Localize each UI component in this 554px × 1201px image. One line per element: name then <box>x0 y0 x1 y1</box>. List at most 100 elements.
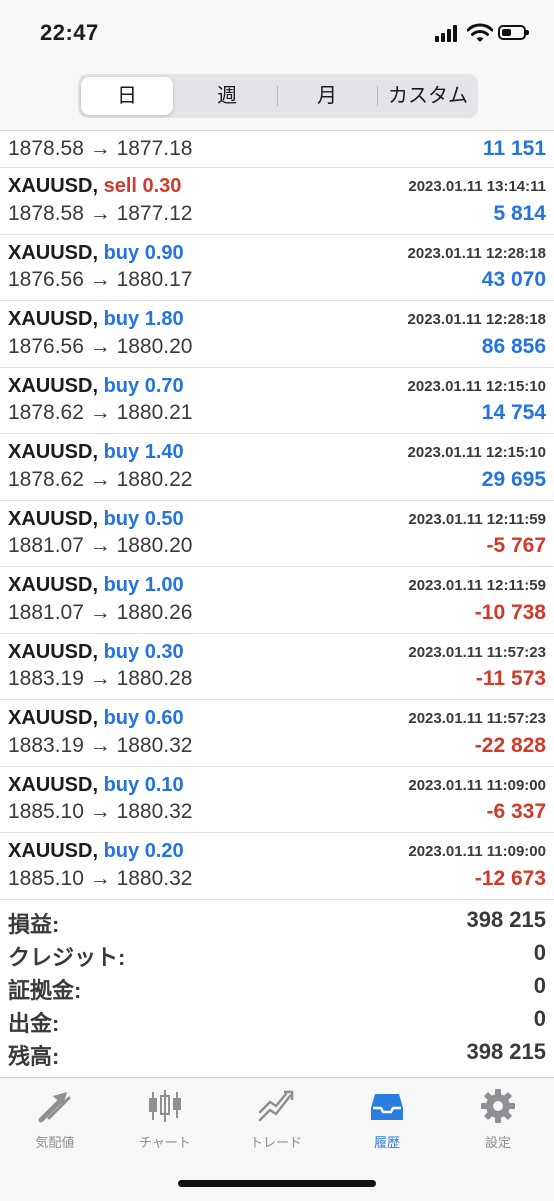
trade-price: 1878.62 → 1880.21 <box>8 401 193 424</box>
trade-row[interactable]: 1878.58 → 1877.18 11 151 <box>0 131 554 168</box>
trade-profit: -10 738 <box>474 600 546 624</box>
summary-value: 398 215 <box>466 1039 546 1064</box>
trade-date: 2023.01.11 11:57:23 <box>408 643 546 661</box>
summary-label: 残高: <box>8 1044 60 1069</box>
tab-chart[interactable]: チャート <box>110 1086 220 1150</box>
symbol-name: XAUUSD, <box>8 441 99 463</box>
trade-row[interactable]: XAUUSD, buy 1.40 2023.01.11 12:15:10 1878.… <box>0 434 554 501</box>
period-selector-bar: 日 週 月 カスタム <box>0 70 554 131</box>
tab-label: 履歴 <box>373 1135 400 1150</box>
tab-label: 気配値 <box>35 1135 75 1150</box>
symbol-name: XAUUSD, <box>8 574 99 596</box>
trade-price: 1881.07 → 1880.26 <box>8 600 193 624</box>
segment-month[interactable]: 月 <box>278 74 376 118</box>
trade-chart-icon <box>258 1090 294 1122</box>
symbol-name: XAUUSD, <box>8 640 99 663</box>
segment-week[interactable]: 週 <box>178 74 276 118</box>
trade-row[interactable]: XAUUSD, buy 0.70 2023.01.11 12:15:10 1878.… <box>0 368 554 434</box>
trade-side: buy 1.00 <box>103 574 184 596</box>
trade-history-list: 1878.58 → 1877.18 11 151 XAUUSD, sell 0.… <box>0 131 554 900</box>
trade-profit: -11 573 <box>475 667 546 690</box>
symbol-name: XAUUSD, <box>8 507 99 530</box>
trade-price: 1878.62 → 1880.22 <box>8 467 193 491</box>
trade-price: 1885.10 → 1880.32 <box>8 800 193 823</box>
trade-profit: -12 673 <box>474 866 546 890</box>
symbol-name: XAUUSD, <box>8 175 99 197</box>
summary-row: 損益: 398 215 <box>0 905 554 938</box>
trade-price: 1883.19 → 1880.28 <box>8 667 193 690</box>
symbol-name: XAUUSD, <box>8 840 99 862</box>
status-bar: 22:47 <box>0 0 554 70</box>
trade-date: 2023.01.11 12:11:59 <box>408 577 546 594</box>
trade-price: 1876.56 → 1880.17 <box>8 268 193 291</box>
gear-icon <box>481 1089 515 1123</box>
symbol-name: XAUUSD, <box>8 773 99 796</box>
trade-date: 2023.01.11 11:09:00 <box>408 776 546 794</box>
trade-side: buy 0.20 <box>103 840 184 862</box>
tab-history[interactable]: 履歴 <box>332 1086 442 1150</box>
cellular-signal-icon <box>435 24 461 42</box>
trade-row[interactable]: XAUUSD, buy 1.80 2023.01.11 12:28:18 1876.… <box>0 301 554 368</box>
summary-value: 0 <box>533 973 546 998</box>
trade-row[interactable]: XAUUSD, buy 0.30 2023.01.11 11:57:23 1883.… <box>0 634 554 700</box>
trade-profit: 86 856 <box>481 334 546 358</box>
segment-day[interactable]: 日 <box>81 77 173 115</box>
home-indicator <box>178 1180 376 1187</box>
trade-profit: -6 337 <box>486 800 546 823</box>
summary-value: 398 215 <box>466 907 546 932</box>
segment-custom[interactable]: カスタム <box>378 74 478 118</box>
trade-row[interactable]: XAUUSD, buy 0.90 2023.01.11 12:28:18 1876.… <box>0 235 554 301</box>
quotes-arrows-icon <box>38 1092 71 1123</box>
trade-date: 2023.01.11 12:28:18 <box>407 244 546 262</box>
tab-label: 設定 <box>484 1135 511 1150</box>
tab-trade[interactable]: トレード <box>221 1086 331 1150</box>
summary-label: 損益: <box>8 912 60 937</box>
period-segmented-control: 日 週 月 カスタム <box>78 74 478 118</box>
history-inbox-icon <box>371 1094 403 1120</box>
tab-quotes[interactable]: 気配値 <box>0 1086 110 1150</box>
trade-side: buy 0.50 <box>103 507 184 530</box>
trade-profit: -5 767 <box>486 534 546 557</box>
trade-price: 1881.07 → 1880.20 <box>8 534 193 557</box>
summary-row: 証拠金: 0 <box>0 971 554 1004</box>
tab-label: トレード <box>249 1135 302 1150</box>
summary-value: 0 <box>533 940 546 965</box>
symbol-name: XAUUSD, <box>8 241 99 264</box>
trade-profit: 29 695 <box>481 467 546 491</box>
trade-price: 1885.10 → 1880.32 <box>8 866 193 890</box>
trade-symbol: XAUUSD, buy 0.30 <box>8 641 184 664</box>
trade-date: 2023.01.11 12:15:10 <box>407 377 546 395</box>
summary-label: クレジット: <box>8 945 126 970</box>
trade-row[interactable]: XAUUSD, buy 0.20 2023.01.11 11:09:00 1885.… <box>0 833 554 900</box>
summary-label: 出金: <box>8 1011 60 1036</box>
trade-symbol: XAUUSD, buy 0.10 <box>8 774 184 797</box>
trade-profit: 43 070 <box>481 268 546 291</box>
trade-date: 2023.01.11 11:57:23 <box>408 710 546 727</box>
trade-row[interactable]: XAUUSD, buy 1.00 2023.01.11 12:11:59 1881.… <box>0 567 554 634</box>
trade-symbol: XAUUSD, sell 0.30 <box>8 175 181 198</box>
trade-side: buy 0.10 <box>103 773 184 796</box>
tab-label: チャート <box>139 1135 191 1150</box>
trade-row[interactable]: XAUUSD, buy 0.50 2023.01.11 12:11:59 1881.… <box>0 501 554 567</box>
wifi-icon <box>467 23 493 42</box>
trade-symbol: XAUUSD, buy 1.40 <box>8 441 184 464</box>
trade-symbol: XAUUSD, buy 0.70 <box>8 375 184 398</box>
trade-symbol: XAUUSD, buy 1.80 <box>8 308 184 331</box>
summary-value: 0 <box>533 1006 546 1031</box>
trade-symbol: XAUUSD, buy 0.90 <box>8 242 184 265</box>
status-time: 22:47 <box>40 20 99 45</box>
summary-row: 出金: 0 <box>0 1004 554 1037</box>
trade-profit: -22 828 <box>474 733 546 757</box>
trade-price: 1883.19 → 1880.32 <box>8 733 193 757</box>
trade-row[interactable]: XAUUSD, buy 0.10 2023.01.11 11:09:00 1885.… <box>0 767 554 833</box>
trade-profit: 5 814 <box>493 201 546 225</box>
trade-side: buy 0.90 <box>103 241 184 264</box>
trade-row[interactable]: XAUUSD, sell 0.30 2023.01.11 13:14:11 1878… <box>0 168 554 235</box>
tab-settings[interactable]: 設定 <box>443 1086 553 1150</box>
trade-symbol: XAUUSD, buy 0.60 <box>8 707 184 730</box>
trade-symbol: XAUUSD, buy 0.20 <box>8 840 184 863</box>
trade-row[interactable]: XAUUSD, buy 0.60 2023.01.11 11:57:23 1883.… <box>0 700 554 767</box>
trade-date: 2023.01.11 12:28:18 <box>407 311 546 328</box>
summary-row: クレジット: 0 <box>0 938 554 971</box>
symbol-name: XAUUSD, <box>8 707 99 729</box>
